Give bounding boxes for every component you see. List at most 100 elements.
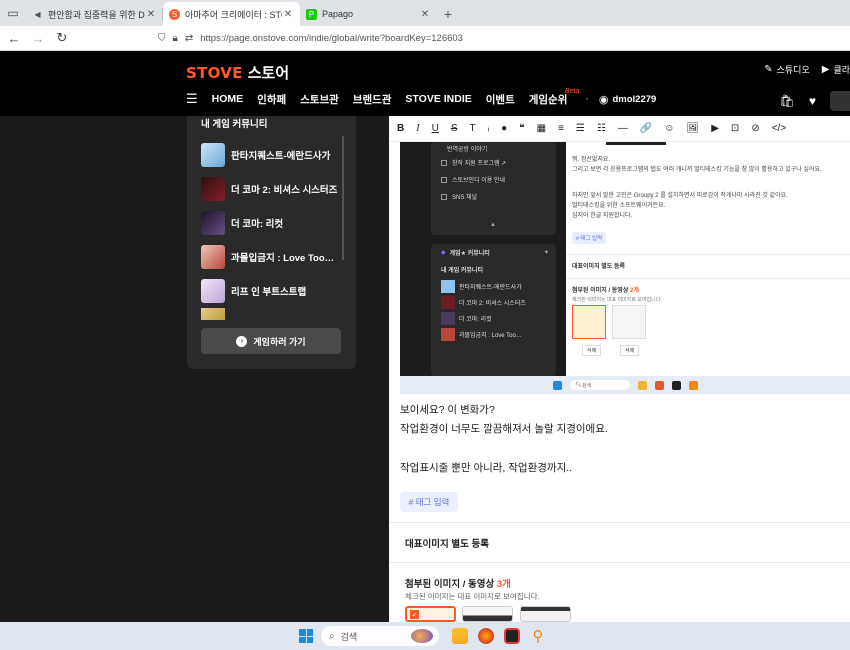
post-editor: B I U S Tᵢ ● ❝ ▦ ≡ ☰ ☷ — 🔗 ☺ 🖼 ▶ ⊡ ⊘ </>… bbox=[389, 116, 850, 622]
nav-indie-festival[interactable]: 인하페 bbox=[257, 92, 286, 107]
play-game-button[interactable]: › 게임하러 가기 bbox=[201, 328, 341, 354]
tab-title: 편안함과 집중력을 위한 Deep bbox=[48, 9, 145, 20]
browser-tab-active[interactable]: S 아마추어 크리에이터 : STOVE ✕ bbox=[163, 2, 300, 26]
close-tab-icon[interactable]: ✕ bbox=[145, 9, 157, 20]
taskbar-search[interactable]: ⌕ 검색 bbox=[321, 626, 439, 646]
stove-store-logo[interactable]: STOVE 스토어 bbox=[186, 62, 289, 83]
attachment-thumbnail-selected[interactable]: ✓ bbox=[405, 606, 456, 622]
bullet-list-icon[interactable]: ☷ bbox=[597, 123, 606, 134]
community-scrollbar[interactable] bbox=[342, 136, 344, 260]
nav-separator: · bbox=[585, 93, 589, 105]
code-view-icon[interactable]: </> bbox=[772, 123, 786, 134]
editor-text-line[interactable]: 작업표시줄 뿐만 아니라, 작업환경까지.. bbox=[400, 460, 572, 475]
attachment-thumbnail[interactable] bbox=[462, 606, 513, 622]
close-tab-icon[interactable]: ✕ bbox=[419, 9, 431, 20]
main-nav: ☰ HOME 인하페 스토브관 브랜드관 STOVE INDIE 이벤트 게임순… bbox=[186, 88, 656, 107]
italic-icon[interactable]: I bbox=[416, 123, 419, 134]
beta-badge: Beta bbox=[564, 87, 580, 95]
link-icon[interactable]: 🔗 bbox=[640, 123, 652, 134]
attachment-icon[interactable]: ⊘ bbox=[751, 123, 759, 134]
firefox-icon[interactable] bbox=[478, 628, 494, 644]
menu-icon[interactable]: ☰ bbox=[186, 91, 198, 107]
my-game-community-panel: 내 게임 커뮤니티 판타지퀘스트-에란드사가 더 코마 2: 비셔스 시스터즈 … bbox=[187, 116, 356, 369]
papago-favicon-icon: P bbox=[306, 8, 317, 20]
quote-icon[interactable]: ❝ bbox=[519, 123, 524, 134]
new-tab-icon[interactable]: + bbox=[437, 2, 459, 26]
attachment-count: 3개 bbox=[496, 579, 511, 590]
site-header: STOVE 스토어 ✎ 스튜디오 ▶ 클라 ☰ HOME 인하페 스토브관 브랜… bbox=[0, 51, 850, 116]
embed-icon[interactable]: ⊡ bbox=[731, 123, 739, 134]
community-item[interactable] bbox=[201, 308, 346, 320]
underline-icon[interactable]: U bbox=[432, 123, 439, 134]
tag-input-button[interactable]: # 태그 입력 bbox=[400, 492, 458, 512]
club-link[interactable]: ▶ 클라 bbox=[822, 63, 850, 76]
table-icon[interactable]: ▦ bbox=[537, 123, 546, 134]
emoji-icon[interactable]: ☺ bbox=[664, 123, 674, 134]
font-size-icon[interactable]: Tᵢ bbox=[469, 123, 489, 134]
checkbox-checked-icon[interactable]: ✓ bbox=[410, 610, 419, 619]
attachments-hint: 체크된 이미지는 대표 이미지로 보여집니다. bbox=[405, 592, 540, 601]
permissions-icon[interactable]: ⇄ bbox=[185, 33, 193, 44]
studio-link[interactable]: ✎ 스튜디오 bbox=[764, 63, 810, 76]
community-item[interactable]: 더 코마: 리컷 bbox=[201, 206, 346, 240]
community-item[interactable]: 판타지퀘스트-에란드사가 bbox=[201, 138, 346, 172]
align-icon[interactable]: ≡ bbox=[558, 123, 564, 134]
user-menu[interactable]: ◉ dmol2279 bbox=[599, 93, 656, 106]
game-thumbnail bbox=[201, 279, 225, 303]
cart-icon[interactable]: 🛍︎ bbox=[780, 94, 795, 108]
lock-icon[interactable]: 🔒︎ bbox=[173, 33, 178, 44]
stove-favicon-icon: S bbox=[169, 8, 180, 20]
nav-stove-indie[interactable]: STOVE INDIE bbox=[405, 93, 471, 105]
image-icon[interactable]: 🖼 bbox=[687, 123, 700, 134]
community-title: 내 게임 커뮤니티 bbox=[201, 119, 268, 130]
back-icon[interactable]: ← bbox=[2, 26, 26, 50]
nav-home[interactable]: HOME bbox=[212, 93, 244, 105]
browser-tab-bar: ▭ ◀ 편안함과 집중력을 위한 Deep ✕ S 아마추어 크리에이터 : S… bbox=[0, 0, 850, 26]
nav-events[interactable]: 이벤트 bbox=[486, 92, 515, 107]
text-color-icon[interactable]: ● bbox=[501, 123, 507, 134]
community-list: 판타지퀘스트-에란드사가 더 코마 2: 비셔스 시스터즈 더 코마: 리컷 과… bbox=[201, 138, 346, 320]
video-icon[interactable]: ▶ bbox=[711, 123, 719, 134]
key-app-icon[interactable]: ⚲ bbox=[530, 628, 546, 645]
shield-icon[interactable]: ⛉ bbox=[158, 33, 166, 44]
windows-start-icon[interactable] bbox=[299, 629, 313, 643]
address-bar: ← → ↻ ⛉ 🔒︎ ⇄ https://page.onstove.com/in… bbox=[0, 26, 850, 51]
editor-toolbar: B I U S Tᵢ ● ❝ ▦ ≡ ☰ ☷ — 🔗 ☺ 🖼 ▶ ⊡ ⊘ </> bbox=[389, 116, 850, 142]
embedded-screenshot-image[interactable]: 번역공방 이야기 창작 지원 프로그램 ↗ 스토브인디 이용 안내 SNS 채널… bbox=[400, 142, 850, 394]
browser-tab[interactable]: ◀ 편안함과 집중력을 위한 Deep ✕ bbox=[26, 2, 163, 26]
attachments-title: 첨부된 이미지 / 동영상 3개 bbox=[405, 579, 511, 590]
ordered-list-icon[interactable]: ☰ bbox=[576, 123, 585, 134]
wishlist-heart-icon[interactable]: ♥ bbox=[809, 94, 816, 108]
community-item[interactable]: 과몰입금지 : Love Too… bbox=[201, 240, 346, 274]
windows-taskbar: ⌕ 검색 ⚲ bbox=[0, 622, 850, 650]
play-circle-icon: ▶ bbox=[821, 64, 830, 75]
representative-image-toggle[interactable]: 대표이미지 별도 등록 bbox=[405, 536, 489, 550]
editor-text-line[interactable]: 보이세요? 이 변화가? bbox=[400, 402, 495, 417]
tab-actions-icon[interactable]: ▭ bbox=[0, 0, 26, 26]
divider bbox=[389, 562, 850, 563]
nav-game-ranking[interactable]: 게임순위 Beta bbox=[529, 88, 580, 107]
editor-text-line[interactable]: 작업환경이 너무도 깔끔해져서 놀랄 지경이에요. bbox=[400, 421, 608, 436]
horizontal-rule-icon[interactable]: — bbox=[618, 123, 628, 134]
nav-brand-hall[interactable]: 브랜드관 bbox=[353, 92, 392, 107]
game-thumbnail bbox=[201, 211, 225, 235]
search-icon[interactable] bbox=[830, 91, 850, 111]
nav-stove-hall[interactable]: 스토브관 bbox=[300, 92, 339, 107]
search-icon: ⌕ bbox=[329, 630, 335, 642]
file-explorer-icon[interactable] bbox=[452, 628, 468, 644]
tab-title: 아마추어 크리에이터 : STOVE bbox=[185, 9, 282, 20]
game-thumbnail bbox=[201, 308, 225, 320]
user-icon: ◉ bbox=[598, 93, 609, 106]
attachment-thumbnail[interactable] bbox=[520, 606, 571, 622]
community-item[interactable]: 리프 인 부트스트랩 bbox=[201, 274, 346, 308]
app-icon[interactable] bbox=[504, 628, 520, 644]
reload-icon[interactable]: ↻ bbox=[50, 26, 74, 50]
bold-icon[interactable]: B bbox=[397, 123, 404, 134]
brush-icon: ✎ bbox=[764, 64, 773, 75]
close-tab-icon[interactable]: ✕ bbox=[282, 9, 294, 20]
strikethrough-icon[interactable]: S bbox=[451, 123, 458, 134]
url-field[interactable]: https://page.onstove.com/indie/global/wr… bbox=[200, 33, 463, 44]
browser-tab[interactable]: P Papago ✕ bbox=[300, 2, 437, 26]
community-item[interactable]: 더 코마 2: 비셔스 시스터즈 bbox=[201, 172, 346, 206]
forward-icon[interactable]: → bbox=[26, 26, 50, 50]
